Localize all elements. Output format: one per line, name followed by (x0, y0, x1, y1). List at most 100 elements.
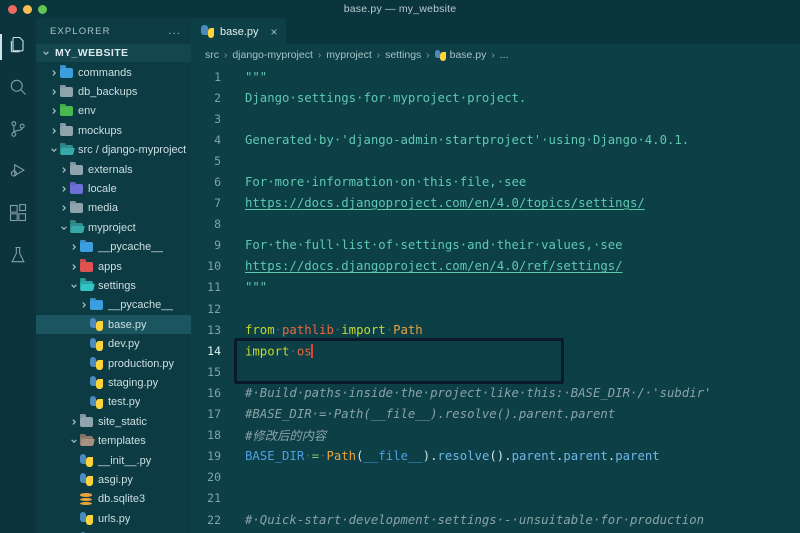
tab-base-py[interactable]: base.py × (191, 18, 286, 44)
tree-item[interactable]: site_static (36, 412, 191, 431)
code-line[interactable]: 10 https://docs.djangoproject.com/en/4.0/… (191, 256, 800, 277)
activity-testing[interactable] (0, 236, 36, 278)
tree-item[interactable]: staging.py (36, 373, 191, 392)
vscode-window: base.py — my_website EXPLORER ... MY_WEB… (0, 0, 800, 533)
sidebar: EXPLORER ... MY_WEBSITE commands db_backu… (36, 18, 191, 533)
activity-search[interactable] (0, 68, 36, 110)
tree-item[interactable]: asgi.py (36, 470, 191, 489)
code-line[interactable]: 8 (191, 214, 800, 235)
python-icon (89, 337, 103, 351)
breadcrumb-item[interactable]: base.py (434, 49, 486, 61)
tree-item[interactable]: settings (36, 276, 191, 295)
code-line[interactable]: 3 (191, 108, 800, 129)
folder-icon (89, 300, 103, 311)
code-line[interactable]: 19 BASE_DIR·=·Path(__file__).resolve().pa… (191, 446, 800, 467)
token-link[interactable]: https://docs.djangoproject.com/en/4.0/to… (245, 196, 645, 210)
code-line[interactable]: 16 #·Build·paths·inside·the·project·like·… (191, 382, 800, 403)
line-content: """ (237, 280, 267, 294)
tree-item[interactable]: db.sqlite3 (36, 490, 191, 509)
code-line[interactable]: 13 from·pathlib·import·Path (191, 319, 800, 340)
folder-icon (79, 416, 93, 427)
tree-item[interactable]: base.py (36, 315, 191, 335)
tree-item[interactable]: db_backups (36, 82, 191, 101)
breadcrumb-item[interactable]: myproject (326, 49, 372, 61)
token-link[interactable]: https://docs.djangoproject.com/en/4.0/re… (245, 259, 623, 273)
tree-item[interactable]: externals (36, 160, 191, 179)
activity-run-debug[interactable] (0, 152, 36, 194)
code-line[interactable]: 14 import·os (191, 340, 800, 361)
chevron-right-icon (58, 185, 69, 193)
tree-item[interactable]: mockups (36, 121, 191, 140)
tree-item[interactable]: templates (36, 431, 191, 450)
code-line[interactable]: 22 #·Quick-start·development·settings·-·u… (191, 509, 800, 530)
tree-item[interactable]: __init__.py (36, 451, 191, 470)
code-line[interactable]: 12 (191, 298, 800, 319)
tree-item-label: commands (78, 66, 132, 79)
code-line[interactable]: 11 """ (191, 277, 800, 298)
tree-item[interactable]: src / django-myproject (36, 141, 191, 160)
folder-icon (79, 280, 93, 291)
breadcrumb-item[interactable]: django-myproject (232, 49, 313, 61)
token-fn: resolve (437, 449, 490, 464)
tree-item[interactable]: env (36, 102, 191, 121)
tree-item[interactable]: __pycache__ (36, 238, 191, 257)
line-number: 13 (207, 322, 221, 337)
token-fn: parent (511, 449, 556, 464)
code-line[interactable]: 17 #BASE_DIR·=·Path(__file__).resolve().p… (191, 404, 800, 425)
tree-item[interactable]: production.py (36, 354, 191, 373)
folder-icon (59, 67, 73, 78)
activity-explorer[interactable] (0, 26, 36, 68)
tree-item-label: myproject (88, 221, 136, 234)
code-line[interactable]: 6 For·more·information·on·this·file,·see (191, 171, 800, 192)
python-icon (89, 318, 103, 332)
code-line[interactable]: 15 (191, 361, 800, 382)
tree-item[interactable]: wsgi.py (36, 528, 191, 533)
line-number: 1 (214, 69, 221, 84)
tree-item[interactable]: apps (36, 257, 191, 276)
explorer-root-folder[interactable]: MY_WEBSITE (36, 44, 191, 62)
tree-item[interactable]: locale (36, 179, 191, 198)
tree-item[interactable]: test.py (36, 393, 191, 412)
token-fn: parent (615, 449, 660, 464)
breadcrumb-item[interactable]: src (205, 49, 219, 61)
tree-item[interactable]: dev.py (36, 334, 191, 353)
breadcrumb-item[interactable]: ... (500, 49, 509, 61)
code-editor[interactable]: 1 """ 2 Django·settings·for·myproject·proje… (191, 66, 800, 533)
code-line[interactable]: 9 For·the·full·list·of·settings·and·their… (191, 235, 800, 256)
code-line[interactable]: 4 Generated·by·'django-admin·startproject… (191, 129, 800, 150)
code-lines[interactable]: 1 """ 2 Django·settings·for·myproject·proje… (191, 66, 800, 533)
code-line[interactable]: 21 (191, 488, 800, 509)
close-icon[interactable]: × (271, 26, 278, 38)
tree-item[interactable]: __pycache__ (36, 296, 191, 315)
token-plain: () (489, 449, 505, 464)
line-number: 8 (214, 217, 221, 232)
token-doc: For·more·information·on·this·file,·see (245, 175, 527, 190)
breadcrumb[interactable]: src › django-myproject › myproject › settings ›… (191, 44, 800, 66)
tree-item[interactable]: myproject (36, 218, 191, 237)
activity-extensions[interactable] (0, 194, 36, 236)
line-number: 5 (214, 153, 221, 168)
file-tree[interactable]: commands db_backups env mockups src / django… (36, 62, 191, 533)
python-icon (89, 376, 103, 390)
code-line[interactable]: 7 https://docs.djangoproject.com/en/4.0/t… (191, 193, 800, 214)
tree-item-label: __pycache__ (108, 299, 174, 312)
workbench: EXPLORER ... MY_WEBSITE commands db_backu… (0, 18, 800, 533)
line-content: https://docs.djangoproject.com/en/4.0/re… (237, 259, 623, 273)
tree-item[interactable]: urls.py (36, 509, 191, 528)
code-line[interactable]: 18 #修改后的内容 (191, 425, 800, 446)
token-doc: """ (245, 280, 268, 295)
more-actions-icon[interactable]: ... (168, 25, 181, 37)
code-line[interactable]: 2 Django·settings·for·myproject·project. (191, 87, 800, 108)
source-control-icon (8, 119, 28, 144)
token-fn: parent (563, 449, 608, 464)
code-line[interactable]: 20 (191, 467, 800, 488)
breadcrumb-item[interactable]: settings (385, 49, 421, 61)
sidebar-header: EXPLORER ... (36, 18, 191, 44)
tree-item[interactable]: commands (36, 63, 191, 82)
line-number: 4 (214, 132, 221, 147)
code-line[interactable]: 1 """ (191, 66, 800, 87)
tree-item[interactable]: media (36, 199, 191, 218)
code-line[interactable]: 5 (191, 150, 800, 171)
chevron-right-icon (78, 301, 89, 309)
activity-source-control[interactable] (0, 110, 36, 152)
